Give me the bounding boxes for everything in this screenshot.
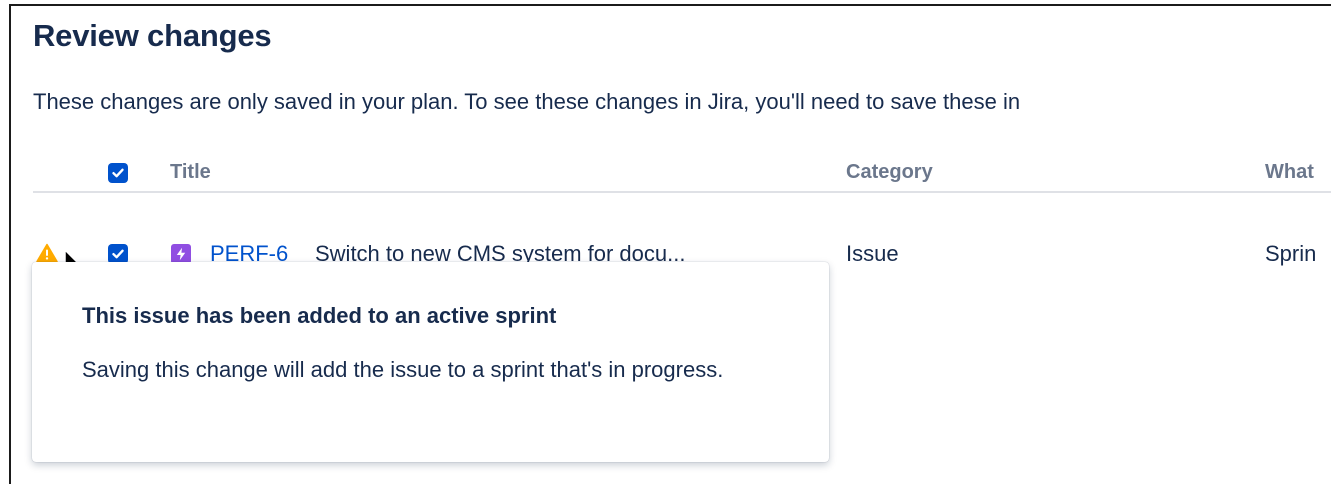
tooltip-body: Saving this change will add the issue to… [82,357,724,382]
select-all-checkbox[interactable] [108,163,128,183]
warning-tooltip: This issue has been added to an active s… [32,262,829,462]
dialog-description: These changes are only saved in your pla… [33,89,1021,114]
header-divider [33,191,1331,193]
row-what: Sprin [1265,241,1317,266]
checkmark-icon [112,249,124,259]
column-header-title[interactable]: Title [170,161,211,184]
column-header-category[interactable]: Category [846,161,933,184]
tooltip-title: This issue has been added to an active s… [82,303,557,328]
dialog-title: Review changes [33,18,272,53]
epic-lightning-icon [171,244,191,264]
column-header-what[interactable]: What [1265,161,1314,184]
row-category: Issue [846,241,899,266]
row-checkbox[interactable] [108,244,128,264]
checkmark-icon [112,168,124,178]
